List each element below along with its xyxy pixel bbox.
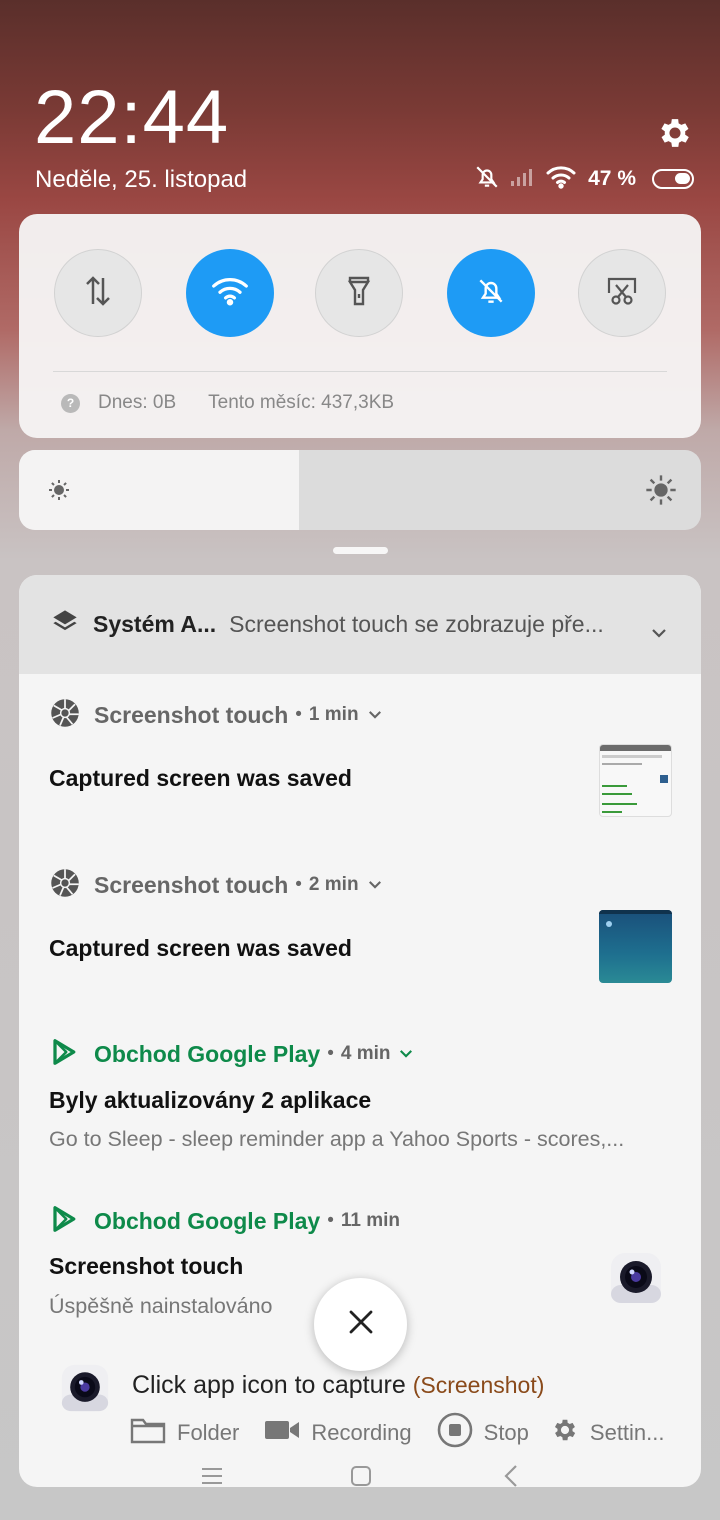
chevron-down-icon[interactable]: [399, 1045, 413, 1063]
quick-settings-panel: ? Dnes: 0B Tento měsíc: 437,3KB: [19, 214, 701, 438]
system-app-name: Systém A...: [93, 611, 217, 637]
separator-dot: •: [295, 704, 302, 725]
gear-icon: [551, 1416, 579, 1450]
notification-header: Screenshot touch • 2 min: [50, 868, 382, 903]
folder-button[interactable]: Folder: [130, 1416, 239, 1450]
system-notification[interactable]: Systém A... Screenshot touch se zobrazuj…: [19, 575, 701, 674]
chevron-down-icon[interactable]: [368, 876, 382, 894]
flashlight-toggle[interactable]: [315, 249, 403, 337]
notification-app: Screenshot touch: [94, 871, 289, 898]
system-message: Screenshot touch se zobrazuje pře...: [229, 611, 604, 637]
data-arrows-icon: [83, 274, 113, 313]
capture-hint-text: Click app icon to capture: [132, 1371, 406, 1399]
screenshot-thumbnail[interactable]: [599, 744, 672, 817]
screenshot-thumbnail[interactable]: [599, 910, 672, 983]
signal-icon: [510, 167, 536, 192]
date-label[interactable]: Neděle, 25. listopad: [35, 166, 247, 194]
clock[interactable]: 22:44: [34, 74, 229, 161]
silent-bell-icon: [474, 164, 500, 195]
silent-toggle[interactable]: [447, 249, 535, 337]
status-icons: 47 %: [474, 164, 694, 194]
notification-title: Captured screen was saved: [49, 765, 352, 791]
notification-time: 2 min: [308, 874, 359, 895]
notification-time: 4 min: [340, 1043, 391, 1064]
notification-app: Obchod Google Play: [94, 1207, 321, 1234]
capture-hint-tag: (Screenshot): [412, 1372, 545, 1398]
recording-label: Recording: [311, 1420, 412, 1445]
notification-text: Úspěšně nainstalováno: [49, 1294, 273, 1318]
home-icon[interactable]: [350, 1465, 372, 1492]
notification-app: Obchod Google Play: [94, 1040, 321, 1067]
folder-icon: [130, 1416, 166, 1450]
navigation-bar: [0, 1462, 720, 1492]
camera-app-icon: [609, 1251, 663, 1305]
wifi-toggle[interactable]: [186, 249, 274, 337]
play-store-icon: [50, 1204, 80, 1239]
back-icon[interactable]: [503, 1464, 519, 1493]
scissors-icon: [605, 275, 639, 312]
layers-icon: [51, 608, 79, 641]
help-icon: ?: [61, 393, 80, 413]
separator-dot: •: [295, 874, 302, 895]
settings-button[interactable]: Settin...: [551, 1416, 665, 1450]
notification-text: Go to Sleep - sleep reminder app a Yahoo…: [49, 1127, 625, 1151]
menu-icon[interactable]: [201, 1466, 223, 1491]
video-camera-icon: [264, 1418, 300, 1448]
folder-label: Folder: [177, 1420, 240, 1445]
flashlight-icon: [344, 274, 374, 313]
settings-label: Settin...: [589, 1420, 665, 1445]
notification-item[interactable]: Screenshot touch • 2 min Captured screen…: [19, 868, 701, 1019]
notification-title: Captured screen was saved: [49, 935, 352, 961]
notification-item[interactable]: Screenshot touch • 1 min Captured screen…: [19, 698, 701, 849]
recording-button[interactable]: Recording: [264, 1418, 412, 1448]
usage-month: Tento měsíc: 437,3KB: [208, 392, 395, 413]
usage-today: Dnes: 0B: [98, 392, 177, 413]
capture-hint: Click app icon to capture (Screenshot): [132, 1371, 544, 1400]
wifi-status-icon: [546, 165, 576, 194]
camera-capture-icon[interactable]: [60, 1363, 110, 1413]
stop-icon: [437, 1412, 473, 1454]
notification-item[interactable]: Obchod Google Play • 4 min Byly aktualiz…: [19, 1038, 701, 1188]
notification-title: Screenshot touch: [49, 1253, 244, 1279]
chevron-down-icon[interactable]: [651, 625, 667, 643]
mobile-data-toggle[interactable]: [54, 249, 142, 337]
wifi-icon: [211, 276, 249, 311]
data-usage[interactable]: ? Dnes: 0B Tento měsíc: 437,3KB: [61, 392, 394, 414]
brightness-low-icon: [47, 478, 71, 507]
battery-icon: [652, 169, 694, 189]
notification-time: 11 min: [340, 1210, 401, 1231]
drag-handle[interactable]: [333, 547, 388, 554]
notification-header: Obchod Google Play • 11 min: [50, 1205, 400, 1237]
battery-percent: 47 %: [588, 167, 636, 190]
aperture-icon: [50, 868, 80, 903]
play-store-icon: [50, 1037, 80, 1072]
stop-button[interactable]: Stop: [437, 1412, 529, 1454]
notification-title: Byly aktualizovány 2 aplikace: [49, 1087, 372, 1113]
aperture-icon: [50, 698, 80, 733]
separator-dot: •: [327, 1043, 334, 1064]
brightness-high-icon: [645, 474, 677, 511]
capture-actions: Folder Recording Stop Settin...: [130, 1412, 690, 1454]
settings-gear-icon[interactable]: [656, 114, 694, 152]
separator-dot: •: [327, 1210, 334, 1231]
notification-header: Screenshot touch • 1 min: [50, 698, 382, 733]
chevron-down-icon[interactable]: [368, 706, 382, 724]
brightness-slider[interactable]: [19, 450, 701, 530]
close-icon: [348, 1309, 374, 1340]
bell-off-icon: [475, 275, 507, 312]
qs-divider: [53, 371, 667, 372]
stop-label: Stop: [483, 1420, 529, 1445]
screenshot-toggle[interactable]: [578, 249, 666, 337]
notification-app: Screenshot touch: [94, 701, 289, 728]
capture-bar: Click app icon to capture (Screenshot): [60, 1357, 700, 1417]
notification-header: Obchod Google Play • 4 min: [50, 1038, 413, 1070]
notification-time: 1 min: [308, 704, 359, 725]
